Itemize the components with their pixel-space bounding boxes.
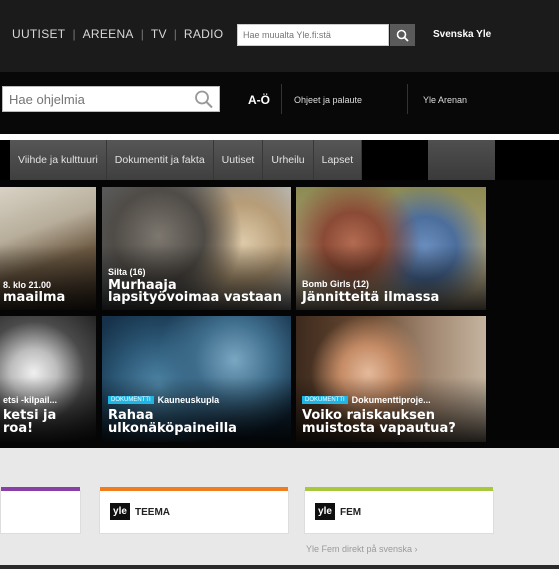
- program-tagline: Kauneuskupla: [157, 395, 220, 405]
- site-search-field[interactable]: [237, 24, 389, 46]
- divider: [281, 84, 282, 114]
- category-tabs: Viihde ja kulttuuri Dokumentit ja fakta …: [10, 140, 363, 180]
- program-title: maailma: [3, 290, 66, 305]
- channel-card[interactable]: [0, 487, 81, 534]
- program-tagline: Dokumenttiproje...: [351, 395, 431, 405]
- program-search-field[interactable]: [2, 86, 220, 112]
- program-tile[interactable]: DOKUMENTTI Dokumenttiproje... Voiko rais…: [296, 316, 486, 442]
- nav-uutiset[interactable]: UUTISET: [12, 27, 65, 41]
- category-tab-filler: [428, 140, 495, 180]
- nav-tv[interactable]: TV: [151, 27, 167, 41]
- svenska-yle-link[interactable]: Svenska Yle: [433, 29, 491, 40]
- channel-accent-stripe: [1, 487, 80, 491]
- program-tagline: Silta (16): [108, 267, 146, 277]
- program-tile[interactable]: DOKUMENTTI Kauneuskupla Rahaa ulkonäköpa…: [102, 316, 291, 442]
- search-icon: [396, 29, 409, 42]
- program-tile[interactable]: Silta (16) Murhaaja lapsityövoimaa vasta…: [102, 187, 291, 310]
- feedback-link[interactable]: Ohjeet ja palaute: [294, 95, 362, 105]
- tab-uutiset[interactable]: Uutiset: [213, 140, 264, 180]
- footer-edge: [0, 565, 559, 569]
- nav-separator: |: [173, 27, 177, 41]
- program-tile[interactable]: etsi -kilpail... ketsi ja roa!: [0, 316, 96, 442]
- site-search-input[interactable]: [238, 25, 388, 45]
- category-badge: DOKUMENTTI: [302, 396, 348, 404]
- program-tagline: 8. klo 21.00: [3, 280, 52, 290]
- program-title: ulkonäköpaineilla: [108, 421, 237, 436]
- channel-accent-stripe: [100, 487, 288, 491]
- category-badge: DOKUMENTTI: [108, 396, 154, 404]
- search-icon[interactable]: [193, 89, 215, 109]
- yle-logo: yle: [110, 503, 130, 520]
- program-meta: DOKUMENTTI Dokumenttiproje...: [302, 395, 431, 405]
- program-tile[interactable]: 8. klo 21.00 maailma: [0, 187, 96, 310]
- program-tagline: etsi -kilpail...: [3, 395, 58, 405]
- yle-logo: yle: [315, 503, 335, 520]
- program-tile[interactable]: Bomb Girls (12) Jännitteitä ilmassa: [296, 187, 486, 310]
- tab-dokumentit[interactable]: Dokumentit ja fakta: [106, 140, 214, 180]
- program-meta: DOKUMENTTI Kauneuskupla: [108, 395, 219, 405]
- top-nav: UUTISET | AREENA | TV | RADIO: [12, 27, 223, 41]
- fem-direct-link[interactable]: Yle Fem direkt på svenska ›: [306, 544, 418, 554]
- nav-separator: |: [140, 27, 144, 41]
- tab-urheilu[interactable]: Urheilu: [263, 140, 314, 180]
- program-title: muistosta vapautua?: [302, 421, 456, 436]
- channel-card-fem[interactable]: yle FEM: [304, 487, 494, 534]
- channel-name: FEM: [340, 507, 362, 518]
- channel-card-teema[interactable]: yle TEEMA: [99, 487, 289, 534]
- channel-accent-stripe: [305, 487, 493, 491]
- program-title: lapsityövoimaa vastaan: [108, 290, 282, 305]
- site-search-button[interactable]: [390, 24, 415, 46]
- nav-areena[interactable]: AREENA: [83, 27, 134, 41]
- divider: [407, 84, 408, 114]
- program-title: Jännitteitä ilmassa: [302, 290, 440, 305]
- nav-radio[interactable]: RADIO: [184, 27, 224, 41]
- program-tagline: Bomb Girls (12): [302, 279, 370, 289]
- tab-viihde[interactable]: Viihde ja kulttuuri: [10, 140, 107, 180]
- tab-lapset[interactable]: Lapset: [313, 140, 363, 180]
- nav-separator: |: [72, 27, 76, 41]
- a-o-link[interactable]: A-Ö: [248, 93, 270, 107]
- yle-arenan-link[interactable]: Yle Arenan: [423, 95, 467, 105]
- channel-name: TEEMA: [135, 507, 170, 518]
- program-title: roa!: [3, 421, 34, 436]
- program-search-input[interactable]: [3, 87, 219, 111]
